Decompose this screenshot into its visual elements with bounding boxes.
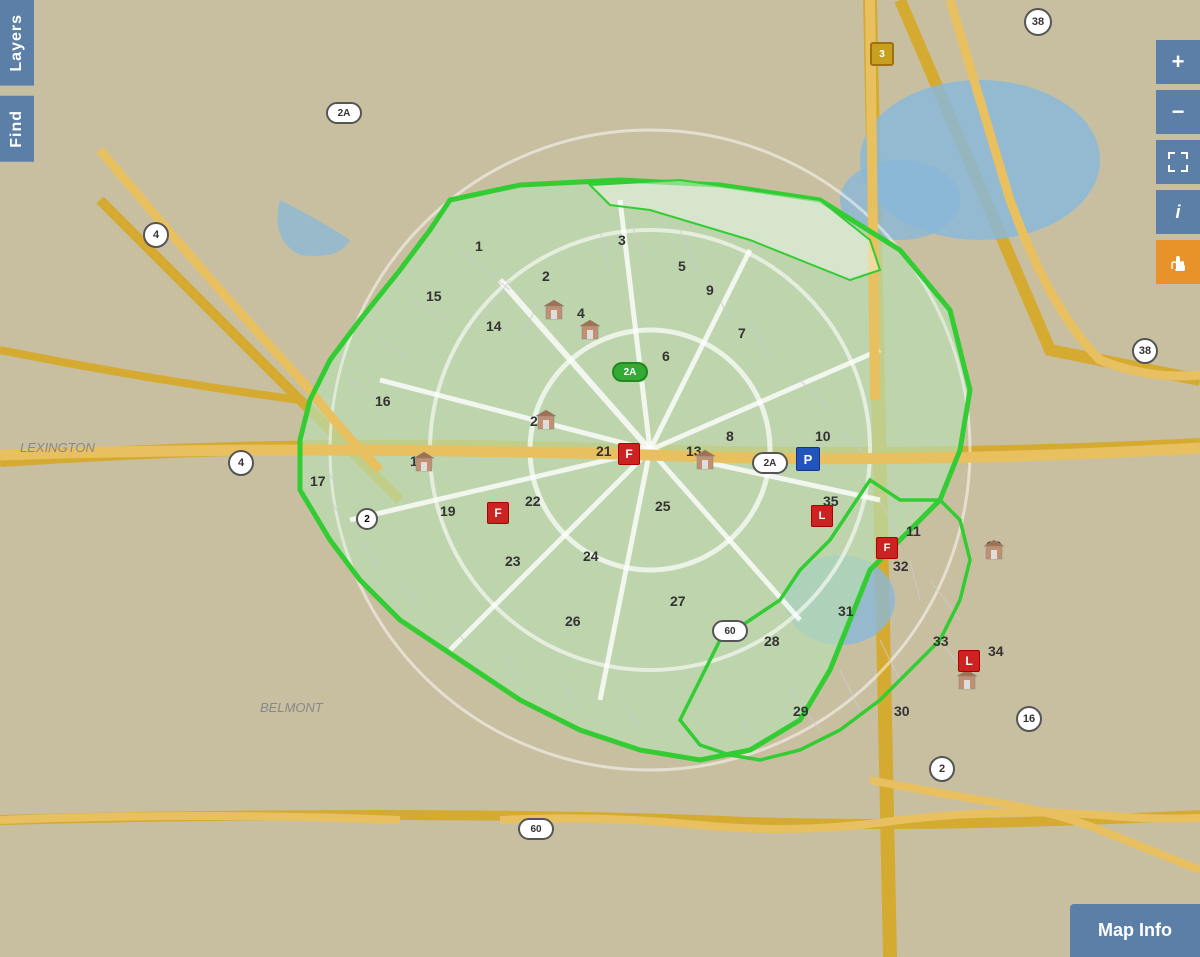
- expand-icon: [1167, 151, 1189, 173]
- road-badge-2-bottom: 2: [929, 756, 955, 782]
- library-marker-35[interactable]: L: [811, 505, 833, 527]
- road-badge-60-center: 60: [712, 620, 748, 642]
- label-lexington: LEXINGTON: [20, 440, 95, 455]
- road-badge-2a-top: 2A: [326, 102, 362, 124]
- road-badge-38-right: 38: [1132, 338, 1158, 364]
- layers-button[interactable]: Layers: [0, 0, 34, 86]
- fire-35[interactable]: F: [876, 537, 898, 559]
- fire-station-21[interactable]: F: [618, 443, 640, 465]
- parking-10[interactable]: P: [796, 447, 820, 471]
- road-badge-2a-right: 2A: [752, 452, 788, 474]
- building-icon-2: [578, 318, 602, 340]
- library-33[interactable]: L: [958, 650, 980, 672]
- road-badge-2-left: 2: [356, 508, 378, 530]
- right-controls: + − i: [1156, 40, 1200, 284]
- building-icon-3: [534, 408, 558, 430]
- building-icon-1: [542, 298, 566, 320]
- road-badge-16: 16: [1016, 706, 1042, 732]
- building-icon-5: [693, 448, 717, 470]
- zoom-in-button[interactable]: +: [1156, 40, 1200, 84]
- map-svg: [0, 0, 1200, 957]
- road-badge-4-mid: 4: [228, 450, 254, 476]
- building-icon-4: [412, 450, 436, 472]
- fire-station-19[interactable]: F: [487, 502, 509, 524]
- hand-button[interactable]: [1156, 240, 1200, 284]
- expand-button[interactable]: [1156, 140, 1200, 184]
- map-container: Layers Find 38 3 2A 4 4 2A 2A 60 60 2 2 …: [0, 0, 1200, 957]
- hand-icon: [1167, 251, 1189, 273]
- label-belmont: BELMONT: [260, 700, 323, 715]
- road-badge-4-upper: 4: [143, 222, 169, 248]
- info-button[interactable]: i: [1156, 190, 1200, 234]
- building-icon-6: [982, 538, 1006, 560]
- road-badge-2a-center: 2A: [612, 362, 648, 382]
- map-info-button[interactable]: Map Info: [1070, 904, 1200, 957]
- road-badge-60-bottom: 60: [518, 818, 554, 840]
- road-badge-3: 3: [870, 42, 894, 66]
- road-badge-38-top: 38: [1024, 8, 1052, 36]
- side-panel: Layers Find: [0, 0, 34, 161]
- zoom-out-button[interactable]: −: [1156, 90, 1200, 134]
- find-button[interactable]: Find: [0, 96, 34, 162]
